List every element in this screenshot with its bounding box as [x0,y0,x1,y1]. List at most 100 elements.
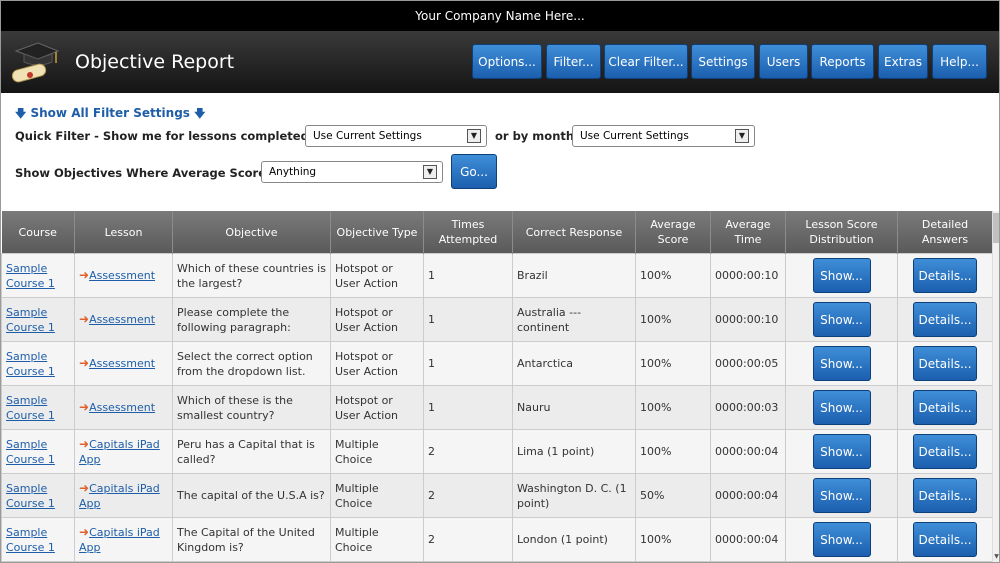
extras-button[interactable]: Extras [878,44,928,79]
column-header-lesson-score-distribution[interactable]: Lesson Score Distribution [785,211,898,254]
details-button[interactable]: Details... [913,390,977,425]
show-distribution-button[interactable]: Show... [812,522,871,557]
times-attempted-cell: 1 [423,253,513,298]
table-row: Sample Course 1 ➜Assessment Select the cor… [1,341,993,386]
arrow-right-icon: ➜ [79,480,90,495]
column-header-lesson[interactable]: Lesson [74,211,173,254]
correct-response-cell: London (1 point) [512,517,636,562]
details-button[interactable]: Details... [913,258,977,293]
details-button[interactable]: Details... [913,346,977,381]
show-distribution-button[interactable]: Show... [812,390,871,425]
course-link[interactable]: Sample Course 1 [6,350,55,378]
average-time-cell: 0000:00:04 [710,517,786,562]
objective-type-cell: Multiple Choice [330,429,424,474]
app-window: Your Company Name Here... Objective Repo… [0,0,1000,563]
quick-filter-select[interactable]: Use Current Settings ▼ [305,125,487,147]
objective-type-cell: Hotspot or User Action [330,341,424,386]
help-button[interactable]: Help... [932,44,987,79]
correct-response-cell: Lima (1 point) [512,429,636,474]
average-score-select[interactable]: Anything ▼ [261,161,443,183]
lesson-link[interactable]: Assessment [89,401,155,414]
course-cell: Sample Course 1 [1,517,75,562]
correct-response-cell: Australia --- continent [512,297,636,342]
go-button[interactable]: Go... [451,154,497,189]
objective-cell: Select the correct option from the dropd… [172,341,331,386]
show-all-filter-settings-link[interactable]: 🡇 Show All Filter Settings 🡇 [15,105,205,124]
quick-filter-label: Quick Filter - Show me for lessons compl… [15,129,349,143]
details-cell: Details... [897,517,993,562]
column-header-course[interactable]: Course [1,211,75,254]
scrollbar-thumb[interactable] [993,213,999,243]
column-header-objective-type[interactable]: Objective Type [330,211,424,254]
objective-type-cell: Multiple Choice [330,517,424,562]
show-distribution-button[interactable]: Show... [812,302,871,337]
arrow-right-icon: ➜ [79,524,90,539]
column-header-times-attempted[interactable]: Times Attempted [423,211,513,254]
show-distribution-button[interactable]: Show... [812,258,871,293]
course-cell: Sample Course 1 [1,253,75,298]
show-distribution-button[interactable]: Show... [812,346,871,381]
users-button[interactable]: Users [759,44,808,79]
details-cell: Details... [897,297,993,342]
month-select[interactable]: Use Current Settings ▼ [572,125,755,147]
course-link[interactable]: Sample Course 1 [6,438,55,466]
distribution-cell: Show... [785,297,898,342]
table-row: Sample Course 1 ➜Assessment Please complet… [1,297,993,342]
average-score-cell: 100% [635,253,711,298]
lesson-link[interactable]: Assessment [89,313,155,326]
reports-button[interactable]: Reports [811,44,874,79]
arrow-down-icon: 🡇 [194,107,206,120]
course-link[interactable]: Sample Course 1 [6,394,55,422]
table-row: Sample Course 1 ➜Capitals iPad App The Cap… [1,517,993,562]
column-header-average-time[interactable]: Average Time [710,211,786,254]
lesson-link[interactable]: Assessment [89,357,155,370]
course-link[interactable]: Sample Course 1 [6,526,55,554]
lesson-link[interactable]: Capitals iPad App [79,482,160,510]
lesson-link[interactable]: Assessment [89,269,155,282]
details-button[interactable]: Details... [913,434,977,469]
settings-button[interactable]: Settings [691,44,755,79]
details-button[interactable]: Details... [913,302,977,337]
scroll-down-icon[interactable]: ▼ [993,553,999,560]
times-attempted-cell: 1 [423,297,513,342]
times-attempted-cell: 1 [423,385,513,430]
details-cell: Details... [897,385,993,430]
details-button[interactable]: Details... [913,522,977,557]
lesson-link[interactable]: Capitals iPad App [79,438,160,466]
column-header-objective[interactable]: Objective [172,211,331,254]
details-button[interactable]: Details... [913,478,977,513]
vertical-scrollbar[interactable]: ▼ [992,211,999,562]
show-distribution-button[interactable]: Show... [812,478,871,513]
objective-cell: Peru has a Capital that is called? [172,429,331,474]
course-link[interactable]: Sample Course 1 [6,262,55,290]
distribution-cell: Show... [785,517,898,562]
filter-button[interactable]: Filter... [546,44,601,79]
column-header-average-score[interactable]: Average Score [635,211,711,254]
average-score-cell: 100% [635,341,711,386]
arrow-right-icon: ➜ [79,436,90,451]
course-link[interactable]: Sample Course 1 [6,306,55,334]
correct-response-cell: Nauru [512,385,636,430]
show-distribution-button[interactable]: Show... [812,434,871,469]
arrow-right-icon: ➜ [79,312,90,326]
average-score-value: Anything [269,166,317,178]
correct-response-cell: Washington D. C. (1 point) [512,473,636,518]
table-row: Sample Course 1 ➜Capitals iPad App The cap… [1,473,993,518]
course-link[interactable]: Sample Course 1 [6,482,55,510]
objective-cell: Which of these is the smallest country? [172,385,331,430]
column-header-correct-response[interactable]: Correct Response [512,211,636,254]
table-row: Sample Course 1 ➜Capitals iPad App Peru ha… [1,429,993,474]
average-score-cell: 50% [635,473,711,518]
average-time-cell: 0000:00:05 [710,341,786,386]
correct-response-cell: Brazil [512,253,636,298]
table-row: Sample Course 1 ➜Assessment Which of these… [1,385,993,430]
course-cell: Sample Course 1 [1,385,75,430]
column-header-detailed-answers[interactable]: Detailed Answers [897,211,993,254]
course-cell: Sample Course 1 [1,473,75,518]
clear-filter-button[interactable]: Clear Filter... [604,44,688,79]
show-all-label: Show All Filter Settings [30,106,190,120]
details-cell: Details... [897,473,993,518]
average-score-label: Show Objectives Where Average Score is: [15,166,286,180]
lesson-link[interactable]: Capitals iPad App [79,526,160,554]
options-button[interactable]: Options... [472,44,542,79]
